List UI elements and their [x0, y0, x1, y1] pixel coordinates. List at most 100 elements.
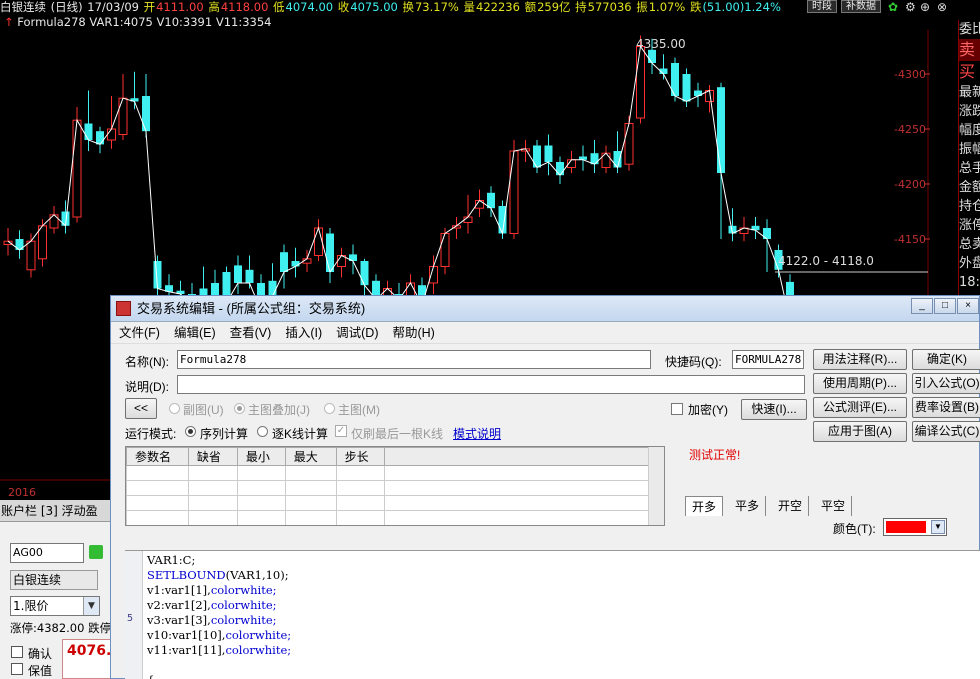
menu-bar: 文件(F) 编辑(E) 查看(V) 插入(I) 调试(D) 帮助(H)	[111, 322, 979, 344]
hotkey-input[interactable]: FORMULA278	[732, 350, 804, 369]
line-gutter: 5	[125, 551, 143, 679]
code-line[interactable]: VAR1:C;	[147, 553, 291, 568]
mode-help-link[interactable]: 模式说明	[453, 425, 501, 442]
radio-sub-chart[interactable]	[169, 403, 180, 414]
volume-value: 422236	[476, 0, 520, 14]
code-line[interactable]: v2:var1[2],colorwhite;	[147, 598, 291, 613]
hedge-checkbox[interactable]	[11, 663, 23, 675]
fee-settings-button[interactable]: 费率设置(B)	[912, 397, 980, 418]
table-scrollbar[interactable]	[648, 447, 664, 525]
code-line[interactable]: SETLBOUND(VAR1,10);	[147, 568, 291, 583]
sync-icon[interactable]: ✿	[888, 0, 898, 14]
gear-icon[interactable]: ⚙	[905, 0, 916, 14]
parameter-table[interactable]: 参数名 缺省 最小 最大 步长	[125, 446, 665, 526]
candle	[463, 195, 473, 234]
color-picker[interactable]: ▼	[883, 518, 947, 536]
close-icon[interactable]: ⊗	[937, 0, 947, 14]
candle-body	[49, 214, 59, 229]
radio-main-chart-label: 主图(M)	[338, 403, 380, 417]
limit-price-text: 涨停:4382.00 跌停	[10, 621, 112, 635]
param-column-header[interactable]	[383, 447, 664, 466]
tab-1[interactable]: 平多	[729, 496, 767, 516]
candle-body	[544, 145, 553, 162]
contract-code-input[interactable]: AG00	[10, 543, 84, 563]
use-period-button[interactable]: 使用周期(P)...	[813, 373, 907, 394]
code-line[interactable]: {	[147, 673, 291, 679]
account-bar-header[interactable]: 账户栏 [3] 浮动盈	[0, 500, 112, 522]
candle-body	[26, 240, 36, 271]
order-price-display[interactable]: 4076.	[62, 639, 112, 679]
param-column-header[interactable]: 步长	[335, 447, 385, 466]
param-column-header[interactable]: 缺省	[187, 447, 238, 466]
code-line[interactable]: v3:var1[3],colorwhite;	[147, 613, 291, 628]
menu-item-5[interactable]: 帮助(H)	[392, 326, 434, 340]
range-marker-label: 4122.0 - 4118.0	[778, 254, 874, 268]
quote-field: 总手	[959, 161, 980, 176]
close-window-button[interactable]: ×	[957, 298, 979, 314]
maximize-button[interactable]: □	[934, 298, 956, 314]
supplement-data-button[interactable]: 补数据	[841, 0, 881, 13]
quote-field: 18:00	[959, 275, 980, 290]
quick-button[interactable]: 快速(I)...	[741, 399, 807, 420]
y-tick-label: -4300	[894, 68, 926, 81]
candle-body	[533, 145, 541, 168]
color-swatch	[886, 521, 926, 533]
code-editor[interactable]: 5 VAR1:C; SETLBOUND(VAR1,10); v1:var1[1],c…	[125, 550, 980, 679]
param-column-header[interactable]: 最小	[236, 447, 286, 466]
param-column-header[interactable]: 最大	[284, 447, 337, 466]
code-line[interactable]	[147, 658, 291, 673]
code-line[interactable]: v1:var1[1],colorwhite;	[147, 583, 291, 598]
radio-main-chart[interactable]	[324, 403, 335, 414]
radio-sequence-mode[interactable]	[185, 426, 196, 437]
candle-body	[326, 233, 334, 272]
code-line[interactable]: v11:var1[11],colorwhite;	[147, 643, 291, 658]
minimize-button[interactable]: _	[911, 298, 933, 314]
candle-body	[360, 261, 369, 286]
confirm-checkbox[interactable]	[11, 646, 23, 658]
table-row[interactable]	[126, 465, 664, 481]
formula-var1: VAR1:4075	[89, 15, 153, 29]
radio-main-overlay[interactable]	[234, 403, 245, 414]
param-column-header[interactable]: 参数名	[126, 447, 189, 466]
price-type-select[interactable]: 1.限价 ▼	[10, 596, 100, 616]
formula-name-input[interactable]: Formula278	[177, 350, 651, 369]
collapse-icon[interactable]: ⊕	[920, 0, 930, 14]
dialog-title: 交易系统编辑 - (所属公式组：交易系统)	[137, 301, 366, 316]
code-content[interactable]: VAR1:C; SETLBOUND(VAR1,10); v1:var1[1],col…	[147, 553, 291, 679]
menu-item-0[interactable]: 文件(F)	[119, 326, 160, 340]
candle	[521, 140, 530, 162]
import-formula-button[interactable]: 引入公式(O)	[912, 373, 980, 394]
apply-to-chart-button[interactable]: 应用于图(A)	[813, 421, 907, 442]
dialog-titlebar[interactable]: 交易系统编辑 - (所属公式组：交易系统) _ □ ×	[111, 296, 979, 322]
table-row[interactable]	[126, 510, 664, 525]
menu-item-4[interactable]: 调试(D)	[336, 326, 378, 340]
close-value: 4075.00	[350, 0, 398, 14]
menu-item-3[interactable]: 插入(I)	[285, 326, 322, 340]
last-bar-checkbox[interactable]: ✓	[335, 425, 347, 437]
time-period-button[interactable]: 时段	[807, 0, 837, 13]
usage-notes-button[interactable]: 用法注释(R)...	[813, 349, 907, 370]
candle-body	[107, 128, 116, 141]
tab-0[interactable]: 开多	[685, 496, 724, 516]
collapse-button[interactable]: <<	[125, 398, 157, 419]
ok-button[interactable]: 确定(K)	[912, 349, 980, 370]
menu-item-1[interactable]: 编辑(E)	[174, 326, 216, 340]
table-row[interactable]	[126, 495, 664, 511]
radio-tick-mode[interactable]	[257, 426, 268, 437]
chevron-down-icon[interactable]: ▼	[931, 520, 945, 534]
compile-formula-button[interactable]: 编译公式(C)	[912, 421, 980, 442]
radio-sub-chart-label: 副图(U)	[183, 403, 224, 417]
formula-test-button[interactable]: 公式测评(E)...	[813, 397, 907, 418]
menu-item-2[interactable]: 查看(V)	[230, 326, 272, 340]
openint-value: 577036	[587, 0, 632, 14]
code-line[interactable]: v10:var1[10],colorwhite;	[147, 628, 291, 643]
lock-icon[interactable]	[89, 545, 103, 559]
description-input[interactable]	[177, 375, 805, 394]
encrypt-checkbox[interactable]	[671, 403, 683, 415]
tab-2[interactable]: 开空	[772, 496, 810, 516]
candle-body	[636, 46, 645, 119]
change-label: 跌	[689, 0, 702, 14]
table-row[interactable]	[126, 480, 664, 496]
tab-3[interactable]: 平空	[815, 496, 853, 516]
chevron-down-icon[interactable]: ▼	[83, 597, 99, 615]
